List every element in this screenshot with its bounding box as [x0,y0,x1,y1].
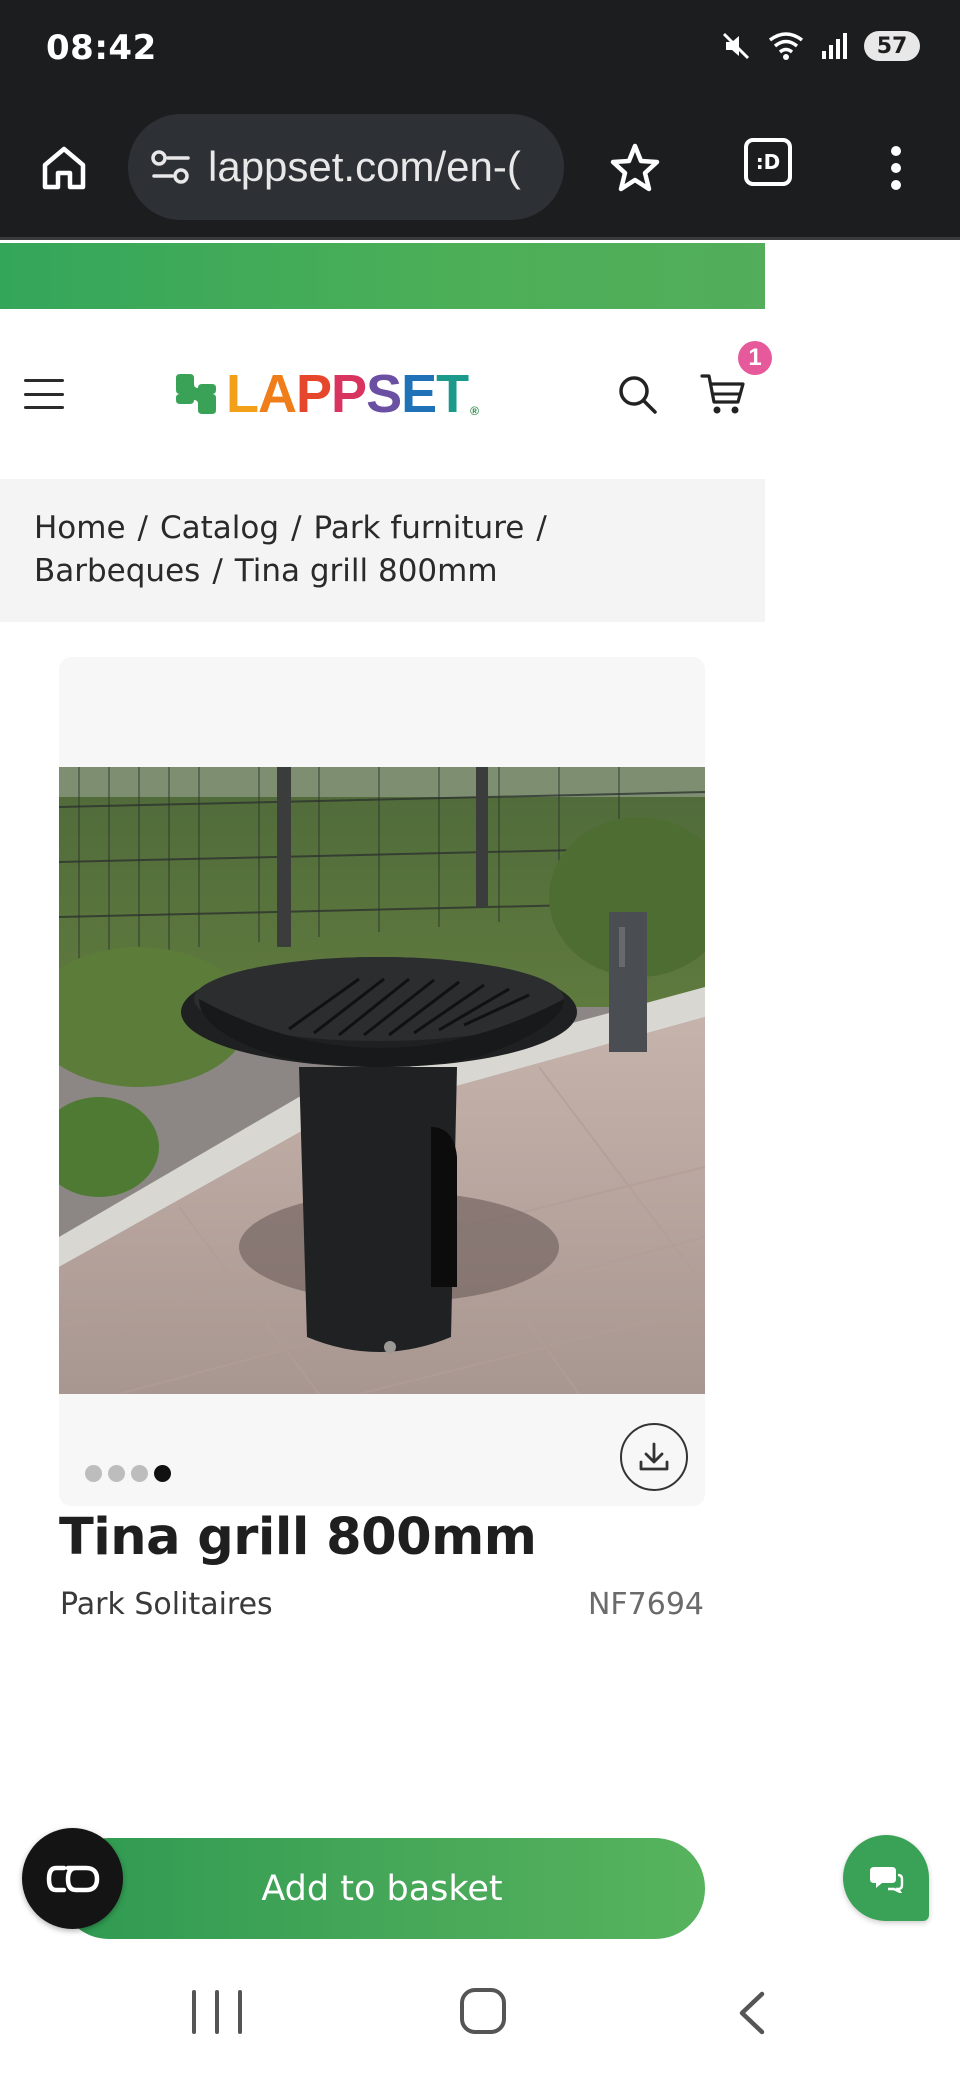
wifi-icon [768,32,804,60]
add-to-basket-button[interactable]: Add to basket [59,1838,705,1939]
gallery-pagination [85,1461,171,1485]
menu-icon[interactable] [24,379,64,409]
breadcrumb-home[interactable]: Home [34,510,126,546]
product-title: Tina grill 800mm [59,1508,537,1567]
browser-toolbar: lappset.com/en-( :D [0,100,960,240]
site-header: LAPPSET ® [0,309,765,479]
breadcrumb-barbeques[interactable]: Barbeques [34,553,200,589]
recents-icon[interactable] [192,1990,242,2034]
signal-icon [822,33,847,59]
product-image[interactable] [59,767,705,1394]
product-code: NF7694 [587,1587,704,1622]
breadcrumb-separator: / [536,510,547,546]
logo-mark-icon [176,374,216,414]
search-icon [619,376,657,414]
cart-count-badge: 1 [738,341,772,375]
status-icons: 57 [720,30,920,62]
product-family[interactable]: Park Solitaires [60,1587,273,1622]
gallery-dot-3[interactable] [131,1464,148,1482]
breadcrumb-park-furniture[interactable]: Park furniture [314,510,525,546]
browser-home-button[interactable] [34,138,94,198]
site-settings-icon[interactable] [148,144,194,190]
breadcrumb-separator: / [137,510,148,546]
accessibility-button[interactable] [22,1828,123,1929]
breadcrumb-separator: / [291,510,302,546]
breadcrumb: Home / Catalog / Park furniture / Barbeques / T… [0,479,765,622]
address-bar[interactable]: lappset.com/en-( [128,114,564,220]
url-text: lappset.com/en-( [208,143,521,190]
breadcrumb-current: Tina grill 800mm [234,553,498,589]
home-nav-icon[interactable] [460,1988,506,2034]
home-icon [42,146,86,190]
accessibility-icon [46,1865,99,1892]
download-icon [639,1442,669,1471]
system-status-bar: 08:42 57 [0,0,960,100]
cart-icon [700,374,745,414]
chat-icon [870,1867,904,1893]
download-button[interactable] [620,1423,688,1491]
logo-text: LAPPSET ® [226,364,479,424]
back-icon[interactable] [732,1988,772,2038]
cart-button[interactable] [696,369,750,419]
product-photo-illustration [59,767,705,1394]
gallery-dot-1[interactable] [85,1464,102,1482]
bookmark-star-icon [610,143,660,192]
gallery-dot-4-active[interactable] [154,1464,171,1482]
lappset-logo[interactable]: LAPPSET ® [172,364,479,424]
mute-icon [722,32,750,60]
battery-icon: 57 [864,31,920,61]
chat-button[interactable] [843,1835,929,1921]
breadcrumb-catalog[interactable]: Catalog [160,510,279,546]
promo-banner [0,243,765,309]
gallery-dot-2[interactable] [108,1464,125,1482]
search-button[interactable] [612,369,662,419]
breadcrumb-separator: / [212,553,223,589]
status-time: 08:42 [46,28,157,68]
system-navigation-bar [0,1950,960,2080]
product-gallery[interactable] [59,657,705,1506]
overflow-menu-icon[interactable] [872,138,920,198]
bookmark-button[interactable] [605,138,665,198]
tab-switcher-icon[interactable]: :D [744,138,792,186]
